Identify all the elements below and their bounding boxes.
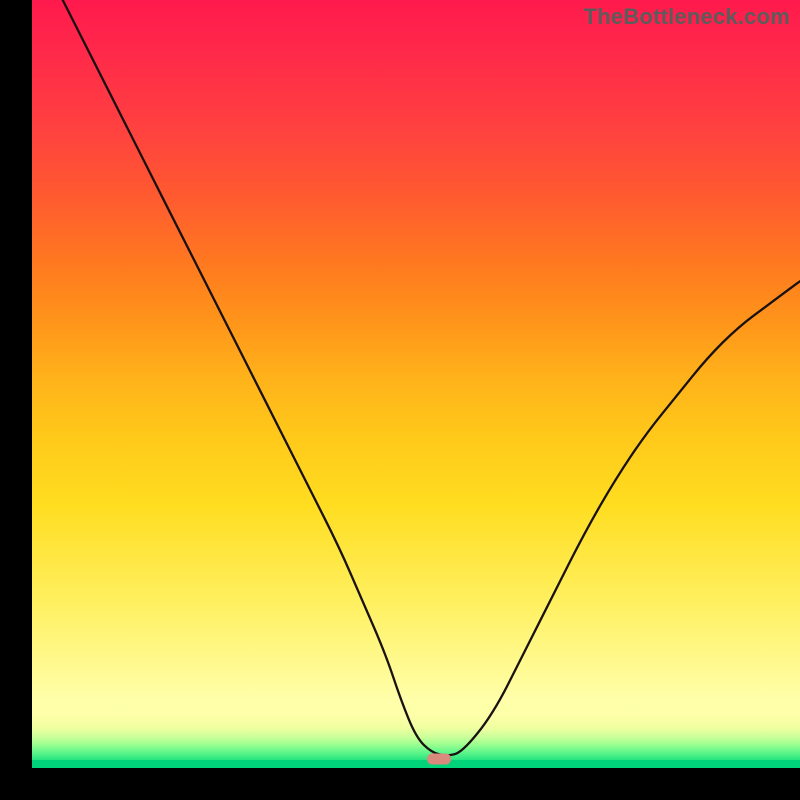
- optimum-marker: [427, 754, 451, 765]
- plot-area: [32, 0, 800, 768]
- chart-frame: TheBottleneck.com: [0, 0, 800, 800]
- watermark-text: TheBottleneck.com: [584, 4, 790, 30]
- curve-layer: [32, 0, 800, 768]
- bottleneck-curve: [63, 0, 800, 755]
